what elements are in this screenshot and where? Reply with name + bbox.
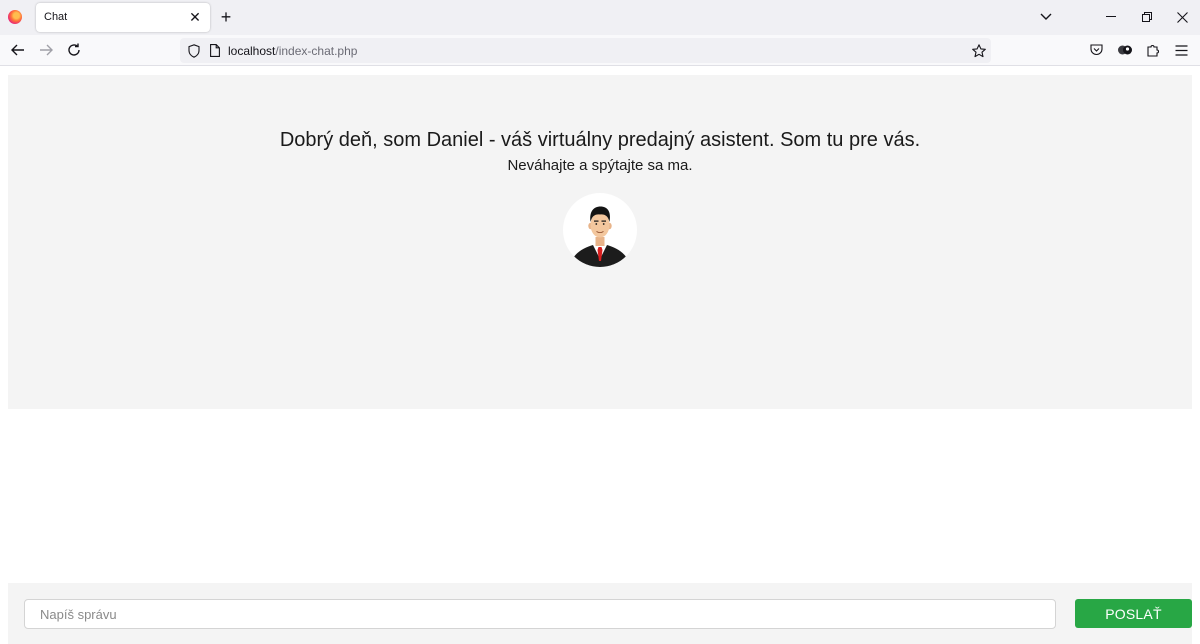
message-composer: POSLAŤ: [8, 583, 1192, 644]
send-button[interactable]: POSLAŤ: [1075, 599, 1192, 628]
hamburger-icon[interactable]: [1170, 39, 1192, 61]
tab-title: Chat: [44, 11, 68, 23]
arrow-right-icon[interactable]: [35, 39, 57, 61]
assistant-avatar: [563, 193, 637, 267]
chat-messages-area: Dobrý deň, som Daniel - váš virtuálny pr…: [8, 75, 1192, 409]
welcome-message: Dobrý deň, som Daniel - váš virtuálny pr…: [279, 129, 921, 151]
pocket-icon[interactable]: [1085, 39, 1107, 61]
close-icon[interactable]: ✕: [186, 8, 204, 26]
browser-nav-bar: localhost/index-chat.php: [0, 35, 1200, 66]
page-icon[interactable]: [206, 42, 223, 59]
url-bar[interactable]: localhost/index-chat.php: [180, 38, 991, 63]
url-host: localhost: [228, 44, 276, 58]
businessman-icon: [569, 206, 631, 267]
puzzle-icon[interactable]: [1142, 39, 1164, 61]
chevron-down-icon[interactable]: [1034, 5, 1058, 29]
restore-icon[interactable]: [1135, 5, 1159, 29]
reload-icon[interactable]: [63, 39, 85, 61]
firefox-logo-icon: [8, 10, 22, 24]
url-text: localhost/index-chat.php: [228, 44, 357, 58]
account-icon[interactable]: [1114, 39, 1136, 61]
url-path: /index-chat.php: [275, 44, 358, 58]
browser-tab-bar: Chat ✕ +: [0, 0, 1200, 35]
shield-icon[interactable]: [185, 42, 202, 59]
message-input[interactable]: [24, 599, 1056, 629]
plus-icon[interactable]: +: [216, 7, 236, 27]
arrow-left-icon[interactable]: [7, 39, 29, 61]
browser-tab-chat[interactable]: Chat ✕: [36, 3, 210, 32]
minimize-icon[interactable]: [1099, 5, 1123, 29]
window-close-icon[interactable]: [1170, 5, 1194, 29]
star-icon[interactable]: [970, 42, 987, 59]
welcome-subtitle: Neváhajte a spýtajte sa ma.: [507, 157, 693, 174]
